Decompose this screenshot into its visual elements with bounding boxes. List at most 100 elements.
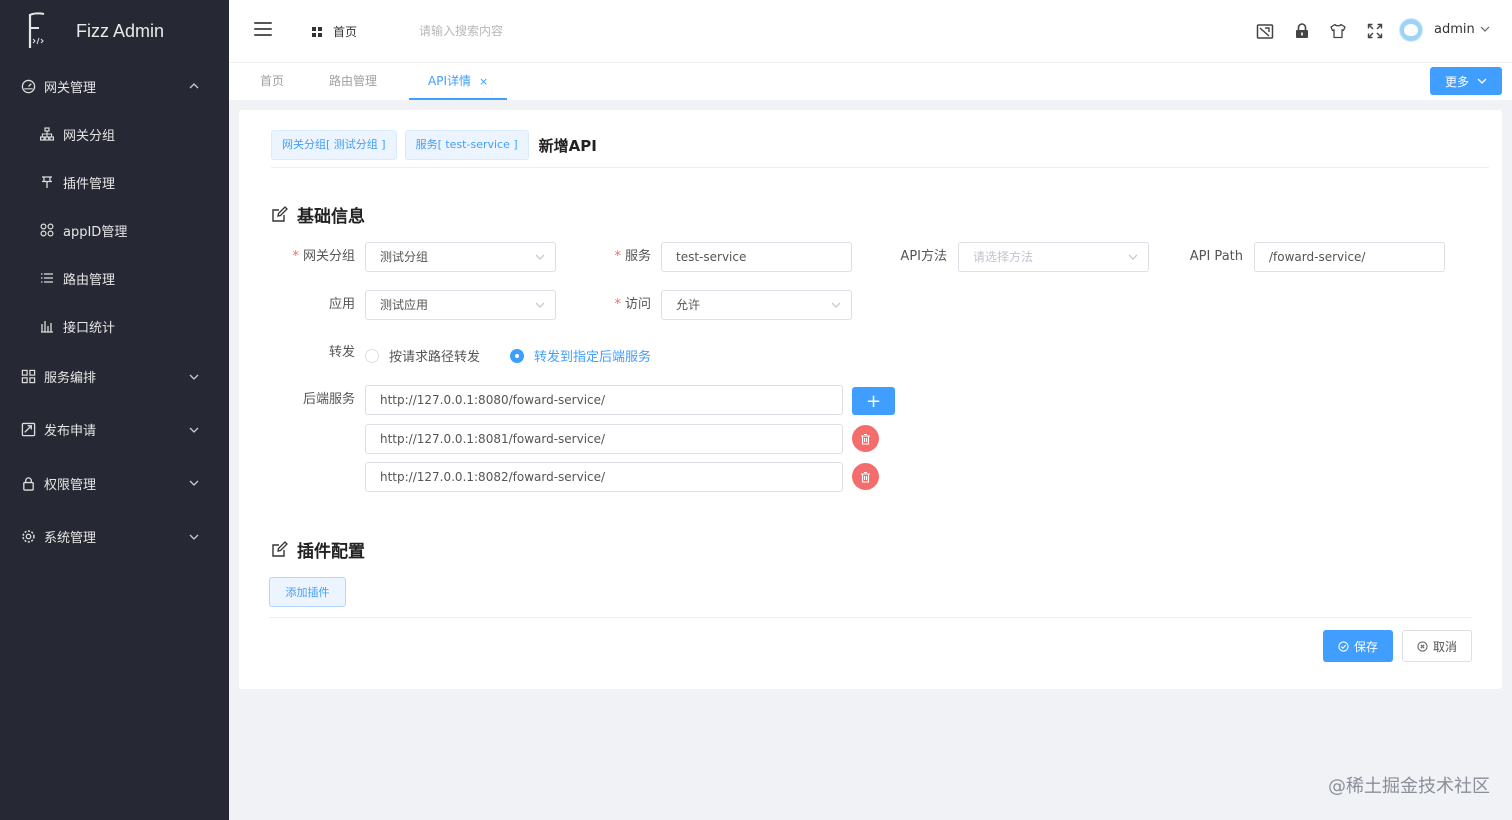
chevron-down-icon[interactable] <box>1480 24 1490 34</box>
tab-routes[interactable]: 路由管理 <box>329 63 377 100</box>
sidebar-group-permissions[interactable]: 权限管理 <box>0 456 229 510</box>
sidebar-group-publish[interactable]: 发布申请 <box>0 403 229 456</box>
content-card: 网关分组[ 测试分组 ] 服务[ test-service ] 新增API 基础… <box>239 110 1502 689</box>
radio-forward-by-path[interactable]: 按请求路径转发 <box>365 346 480 365</box>
crumb-service[interactable]: 服务[ test-service ] <box>404 130 529 160</box>
gear-icon <box>20 529 36 545</box>
field-label-method: API方法 <box>900 249 947 264</box>
chevron-down-icon <box>189 534 199 540</box>
add-plugin-button[interactable]: 添加插件 <box>269 577 346 607</box>
edit-icon <box>272 541 288 557</box>
backend-url-input-1[interactable]: http://127.0.0.1:8080/foward-service/ <box>365 385 843 415</box>
radio-label: 转发到指定后端服务 <box>534 350 652 365</box>
section-title: 基础信息 <box>297 207 365 227</box>
backend-url-input-3[interactable]: http://127.0.0.1:8082/foward-service/ <box>365 462 843 492</box>
page-title: 新增API <box>538 136 597 155</box>
field-label-group: * 网关分组 <box>292 249 355 264</box>
sidebar-item-routes[interactable]: 路由管理 <box>0 254 229 302</box>
theme-shirt-icon[interactable] <box>1329 22 1347 40</box>
lock-icon <box>20 475 36 491</box>
sidebar-item-label: 网关分组 <box>63 128 116 144</box>
tab-api-detail[interactable]: API详情 × <box>409 63 508 100</box>
list-icon <box>40 271 54 285</box>
top-header: 首页 admin <box>229 0 1512 62</box>
backend-url: http://127.0.0.1:8082/foward-service/ <box>380 470 606 484</box>
tab-home[interactable]: 首页 <box>260 63 284 100</box>
cancel-button-label: 取消 <box>1432 639 1457 654</box>
divider <box>269 617 1472 618</box>
chevron-down-icon <box>1128 254 1138 260</box>
field-label-path: API Path <box>1189 249 1243 264</box>
dashboard-icon <box>20 78 36 94</box>
app-select[interactable]: 测试应用 <box>365 290 556 320</box>
radio-label: 按请求路径转发 <box>389 350 481 365</box>
watermark: @稀土掘金技术社区 <box>1328 776 1490 797</box>
stats-icon <box>40 319 54 333</box>
sidebar-item-stats[interactable]: 接口统计 <box>0 302 229 350</box>
sidebar-item-gateway-group[interactable]: 网关分组 <box>0 110 229 158</box>
fullscreen-icon[interactable] <box>1366 22 1384 40</box>
grid-icon <box>20 369 36 385</box>
pin-icon <box>40 175 54 189</box>
chevron-down-icon <box>535 254 545 260</box>
radio-dot <box>510 348 524 363</box>
delete-backend-button[interactable] <box>852 463 879 490</box>
add-backend-button[interactable]: + <box>852 387 895 415</box>
logo[interactable]: Fizz Admin <box>0 0 229 62</box>
service-field[interactable]: test-service <box>661 242 852 272</box>
screenshot-icon[interactable] <box>1256 22 1274 40</box>
sidebar-group-label: 发布申请 <box>44 424 97 439</box>
home-grid-icon <box>312 26 322 37</box>
check-circle-icon <box>1338 640 1349 652</box>
radio-forward-to-backend[interactable]: 转发到指定后端服务 <box>510 346 651 365</box>
radio-dot <box>365 348 379 363</box>
field-label-forward: 转发 <box>328 345 355 360</box>
edit-icon <box>272 206 288 222</box>
save-button-label: 保存 <box>1353 639 1378 654</box>
trash-icon <box>861 471 870 483</box>
close-circle-icon <box>1417 640 1428 652</box>
sidebar-group-orchestration[interactable]: 服务编排 <box>0 350 229 403</box>
search-input[interactable] <box>419 20 579 42</box>
app-value: 测试应用 <box>380 298 429 312</box>
api-path-input[interactable]: /foward-service/ <box>1254 242 1445 272</box>
breadcrumb[interactable]: 首页 <box>312 23 357 40</box>
gateway-group-select[interactable]: 测试分组 <box>365 242 556 272</box>
gateway-group-value: 测试分组 <box>380 250 429 264</box>
more-button[interactable]: 更多 <box>1430 67 1502 95</box>
close-icon[interactable]: × <box>479 75 488 88</box>
api-method-select[interactable]: 请选择方法 <box>958 242 1149 272</box>
api-path-value: /foward-service/ <box>1269 250 1366 264</box>
sidebar-group-label: 权限管理 <box>44 477 97 493</box>
fizz-logo-icon <box>24 11 50 51</box>
chevron-down-icon <box>189 427 199 433</box>
user-name[interactable]: admin <box>1434 22 1475 37</box>
backend-url-input-2[interactable]: http://127.0.0.1:8081/foward-service/ <box>365 424 843 454</box>
tab-label: API详情 <box>428 74 471 88</box>
sidebar-group-gateway[interactable]: 网关管理 <box>0 62 229 110</box>
crumb-gateway-group[interactable]: 网关分组[ 测试分组 ] <box>271 130 397 160</box>
chevron-down-icon <box>189 480 199 486</box>
page-breadcrumb: 网关分组[ 测试分组 ] 服务[ test-service ] 新增API <box>271 130 597 160</box>
chevron-up-icon <box>189 83 199 89</box>
lock-screen-icon[interactable] <box>1293 22 1311 40</box>
avatar[interactable] <box>1399 18 1423 42</box>
section-title: 插件配置 <box>297 542 365 562</box>
sidebar-group-system[interactable]: 系统管理 <box>0 510 229 563</box>
field-label-service: * 服务 <box>614 249 651 264</box>
service-value: test-service <box>676 250 747 264</box>
plus-icon: + <box>865 390 882 412</box>
sidebar-item-appid[interactable]: appID管理 <box>0 206 229 254</box>
access-select[interactable]: 允许 <box>661 290 852 320</box>
cancel-button[interactable]: 取消 <box>1402 630 1472 662</box>
menu-toggle-icon[interactable] <box>254 22 272 38</box>
trash-icon <box>861 433 870 445</box>
section-plugin-config: 插件配置 <box>271 537 365 562</box>
delete-backend-button[interactable] <box>852 425 879 452</box>
sidebar-item-plugins[interactable]: 插件管理 <box>0 158 229 206</box>
chevron-down-icon <box>535 302 545 308</box>
sidebar: Fizz Admin 网关管理 网关分组 插件管理 appID管理 路由管理 接… <box>0 0 229 820</box>
save-button[interactable]: 保存 <box>1323 630 1393 662</box>
api-method-placeholder: 请选择方法 <box>973 250 1034 264</box>
field-label-backend: 后端服务 <box>302 392 355 407</box>
